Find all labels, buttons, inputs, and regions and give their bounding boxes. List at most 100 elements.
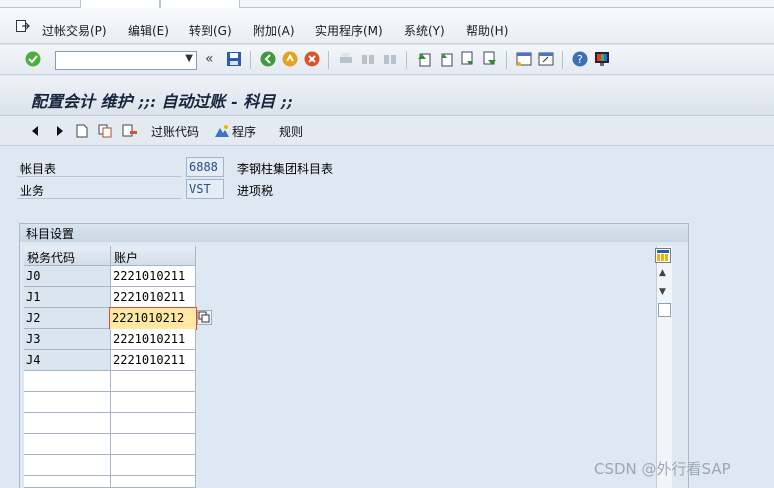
menu-edit[interactable]: 编辑(E) <box>128 22 169 39</box>
program-label: 程序 <box>232 124 257 139</box>
exit-icon <box>282 51 298 67</box>
empty-tax-code-cell[interactable] <box>24 392 111 413</box>
first-page-button[interactable] <box>415 50 433 68</box>
empty-account-cell[interactable] <box>111 392 196 413</box>
empty-account-cell[interactable] <box>111 413 196 434</box>
menu-utilities[interactable]: 实用程序(M) <box>315 22 383 39</box>
next-entry-button[interactable] <box>55 123 65 139</box>
shortcut-button[interactable] <box>537 50 555 68</box>
account-cell[interactable]: 2221010211 <box>111 266 196 287</box>
empty-account-cell[interactable] <box>111 371 196 392</box>
new-session-button[interactable] <box>515 50 533 68</box>
transaction-label: 业务 <box>17 179 181 199</box>
toolbar-separator <box>328 51 329 69</box>
chart-of-accounts-label: 帐目表 <box>17 157 181 177</box>
column-header-account[interactable]: 账户 <box>111 246 196 266</box>
window-tab[interactable] <box>80 0 160 8</box>
table-settings-icon[interactable] <box>655 248 671 263</box>
svg-text:?: ? <box>577 53 583 66</box>
group-title: 科目设置 <box>20 224 688 242</box>
scroll-up-icon[interactable]: ▲ <box>659 268 666 278</box>
new-session-icon <box>516 52 532 66</box>
blank-document-icon <box>76 124 88 138</box>
next-page-button[interactable] <box>459 50 477 68</box>
application-toolbar: 过账代码 程序 规则 <box>0 116 774 146</box>
triangle-right-icon <box>57 126 63 136</box>
copy-entry-button[interactable] <box>98 123 112 139</box>
scroll-down-icon[interactable]: ▼ <box>659 287 666 297</box>
title-bar: 配置会计 维护 ;;: 自动过账 - 科目 ;; <box>0 76 774 116</box>
find-next-button[interactable] <box>381 50 399 68</box>
triangle-left-icon <box>32 126 38 136</box>
watermark: CSDN @外行看SAP <box>594 460 731 478</box>
menu-help[interactable]: 帮助(H) <box>466 22 508 39</box>
menu-goto[interactable]: 转到(G) <box>189 22 232 39</box>
chevron-down-icon[interactable]: ▼ <box>185 53 193 64</box>
table-scrollbar[interactable]: ▲ ▼ <box>656 246 672 488</box>
tax-code-cell: J4 <box>24 350 111 371</box>
empty-tax-code-cell[interactable] <box>24 371 111 392</box>
account-cell[interactable]: 2221010211 <box>111 329 196 350</box>
transaction-description: 进项税 <box>237 184 274 198</box>
double-arrow-icon[interactable]: « <box>205 51 214 67</box>
menu-bar: 过帐交易(P) 编辑(E) 转到(G) 附加(A) 实用程序(M) 系统(Y) … <box>0 8 774 44</box>
value-help-button[interactable] <box>197 310 212 325</box>
column-header-tax-code[interactable]: 税务代码 <box>24 246 111 266</box>
window-tabstrip <box>0 0 774 8</box>
mountain-icon <box>215 125 229 137</box>
binoculars-plus-icon <box>384 55 396 64</box>
new-entry-button[interactable] <box>76 123 88 139</box>
rules-label: 规则 <box>279 124 304 139</box>
find-button[interactable] <box>359 50 377 68</box>
next-page-icon <box>461 51 473 65</box>
toolbar-separator <box>506 51 507 69</box>
last-page-button[interactable] <box>481 50 499 68</box>
empty-account-cell[interactable] <box>111 476 196 488</box>
menu-posting-transaction[interactable]: 过帐交易(P) <box>42 22 107 39</box>
menu-exit-icon[interactable] <box>16 20 30 32</box>
page-title: 配置会计 维护 ;;: 自动过账 - 科目 ;; <box>31 92 293 111</box>
account-cell-active[interactable]: 2221010212 <box>109 307 197 330</box>
cancel-button[interactable] <box>303 50 321 68</box>
account-cell[interactable]: 2221010211 <box>111 287 196 308</box>
scroll-thumb[interactable] <box>658 303 671 317</box>
window-tab[interactable] <box>160 0 240 8</box>
print-icon <box>340 53 352 63</box>
empty-tax-code-cell[interactable] <box>24 455 111 476</box>
program-button[interactable]: 程序 <box>214 123 256 139</box>
previous-entry-button[interactable] <box>30 123 40 139</box>
back-button[interactable] <box>259 50 277 68</box>
chart-of-accounts-field: 6888 <box>186 157 224 177</box>
exit-button[interactable] <box>281 50 299 68</box>
empty-tax-code-cell[interactable] <box>24 413 111 434</box>
back-icon <box>260 51 276 67</box>
enter-button[interactable] <box>24 50 42 68</box>
menu-system[interactable]: 系统(Y) <box>404 22 445 39</box>
empty-tax-code-cell[interactable] <box>24 434 111 455</box>
layout-button[interactable] <box>593 50 611 68</box>
empty-tax-code-cell[interactable] <box>24 476 111 488</box>
posting-code-label: 过账代码 <box>151 124 200 139</box>
tax-code-cell: J3 <box>24 329 111 350</box>
posting-code-button[interactable]: 过账代码 <box>151 123 199 139</box>
transaction-field: VST <box>186 179 224 199</box>
rules-button[interactable]: 规则 <box>279 123 303 139</box>
empty-account-cell[interactable] <box>111 455 196 476</box>
shortcut-icon <box>538 52 554 66</box>
command-field[interactable]: ▼ <box>55 51 197 70</box>
delete-entry-button[interactable] <box>122 123 138 139</box>
account-cell[interactable]: 2221010211 <box>111 350 196 371</box>
menu-extras[interactable]: 附加(A) <box>253 22 295 39</box>
copy-icon <box>198 311 210 323</box>
toolbar-separator <box>562 51 563 69</box>
previous-page-icon <box>441 53 453 67</box>
help-icon: ? <box>572 51 588 67</box>
first-page-icon <box>418 53 431 67</box>
chart-of-accounts-description: 李钢柱集团科目表 <box>237 162 334 176</box>
save-button[interactable] <box>225 50 243 68</box>
print-button[interactable] <box>337 50 355 68</box>
previous-page-button[interactable] <box>437 50 455 68</box>
help-button[interactable]: ? <box>571 50 589 68</box>
delete-row-icon <box>122 124 137 137</box>
empty-account-cell[interactable] <box>111 434 196 455</box>
